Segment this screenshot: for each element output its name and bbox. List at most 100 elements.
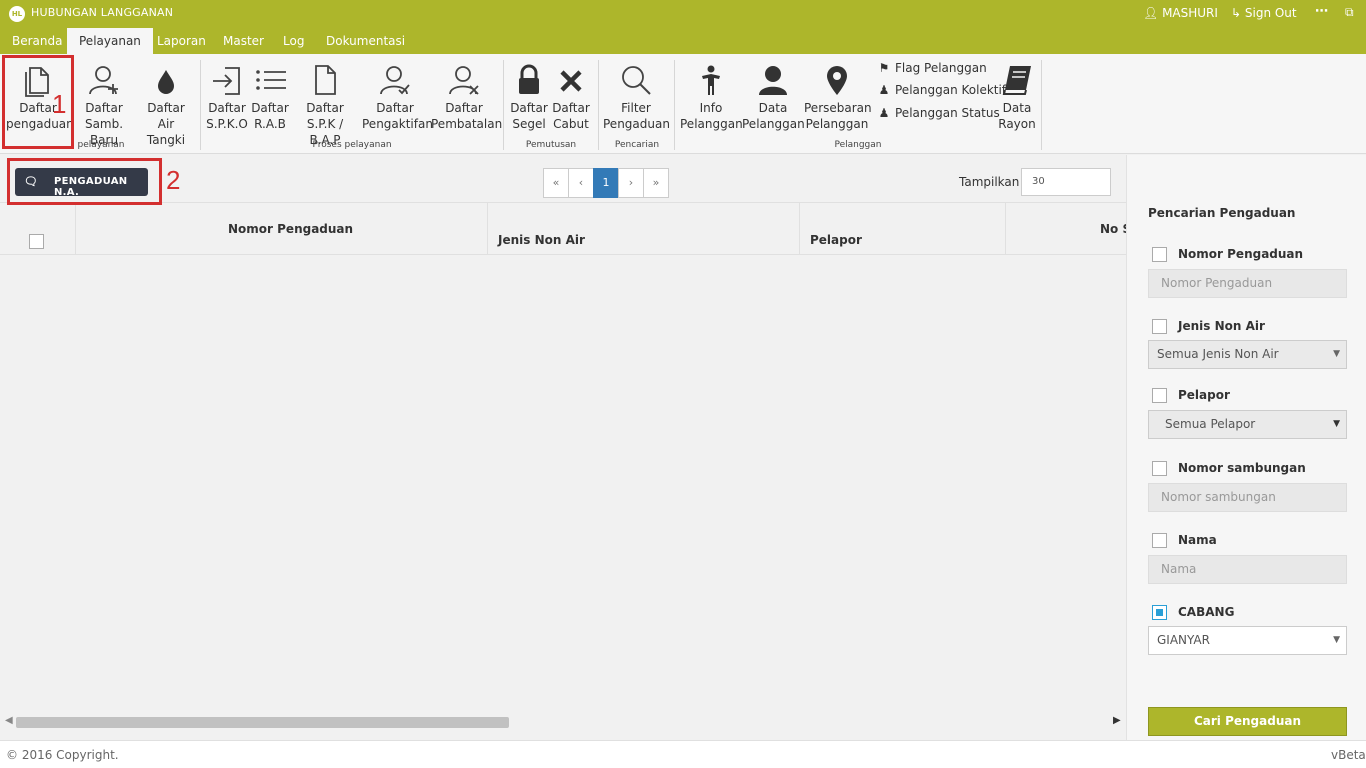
- group-label-pelanggan: Pelanggan: [834, 140, 882, 150]
- daftar-segel-button[interactable]: Daftar Segel: [508, 62, 550, 132]
- daftar-air-tangki-button[interactable]: Daftar Air Tangki: [137, 62, 195, 148]
- tab-pelayanan[interactable]: Pelayanan: [67, 28, 153, 54]
- tab-laporan[interactable]: Laporan: [145, 28, 218, 54]
- scroll-right-icon[interactable]: ▶: [1113, 715, 1121, 726]
- info-pelanggan-button[interactable]: Info Pelanggan: [680, 62, 743, 132]
- user-menu[interactable]: 👤︎ MASHURI: [1143, 6, 1218, 20]
- page-prev-button[interactable]: ‹: [568, 168, 594, 198]
- daftar-pembatalan-button[interactable]: Daftar Pembatalan: [431, 62, 503, 132]
- search-icon: [622, 66, 651, 95]
- cari-pengaduan-button[interactable]: Cari Pengaduan: [1148, 707, 1347, 736]
- page-last-button[interactable]: »: [643, 168, 669, 198]
- daftar-pembatalan-label-2: Pembatalan: [431, 117, 503, 131]
- more-menu-icon[interactable]: ⋯: [1315, 4, 1328, 19]
- pelanggan-kolektif-label: Pelanggan Kolektif: [895, 83, 1007, 97]
- group-label-proses-pelayanan: Proses pelayanan: [312, 140, 392, 150]
- daftar-pengaktifan-label-2: Pengaktifan: [362, 117, 433, 131]
- persebaran-pelanggan-button[interactable]: Persebaran Pelanggan: [804, 62, 872, 132]
- data-rayon-label-1: Data: [1002, 101, 1032, 115]
- lock-icon: [519, 64, 539, 94]
- ribbon-separator: [674, 60, 675, 150]
- ribbon-separator: [598, 60, 599, 150]
- horizontal-scrollbar[interactable]: ◀ ▶: [0, 714, 1126, 730]
- jenis-non-air-checkbox[interactable]: [1152, 319, 1167, 334]
- book-icon: [1002, 66, 1031, 95]
- list-icon: [256, 70, 286, 90]
- nama-checkbox[interactable]: [1152, 533, 1167, 548]
- nomor-pengaduan-label: Nomor Pengaduan: [1178, 247, 1304, 261]
- daftar-cabut-button[interactable]: Daftar Cabut: [550, 62, 592, 132]
- flag-pelanggan-link[interactable]: ⚑ Flag Pelanggan: [877, 61, 987, 75]
- daftar-spko-button[interactable]: Daftar S.P.K.O: [205, 62, 249, 132]
- daftar-segel-label-1: Daftar: [510, 101, 548, 115]
- pelapor-checkbox[interactable]: [1152, 388, 1167, 403]
- daftar-pengaktifan-label-1: Daftar: [376, 101, 414, 115]
- page-1-button[interactable]: 1: [593, 168, 619, 198]
- daftar-spk-bap-button[interactable]: Daftar S.P.K / B.A.P: [292, 62, 358, 148]
- select-all-checkbox[interactable]: [29, 234, 44, 249]
- person-standing-icon: [702, 65, 720, 95]
- app-title: HUBUNGAN LANGGANAN: [31, 6, 174, 19]
- chevron-down-icon: ▼: [1333, 635, 1340, 645]
- daftar-air-tangki-label-1: Daftar: [147, 101, 185, 115]
- nomor-sambungan-checkbox[interactable]: [1152, 461, 1167, 476]
- pelapor-label: Pelapor: [1178, 388, 1230, 402]
- info-pelanggan-label-2: Pelanggan: [680, 117, 743, 131]
- daftar-pengaktifan-button[interactable]: Daftar Pengaktifan: [362, 62, 433, 132]
- pelanggan-kolektif-link[interactable]: ♟ Pelanggan Kolektif: [877, 83, 1006, 97]
- nama-input[interactable]: Nama: [1148, 555, 1347, 584]
- pelapor-select[interactable]: Semua Pelapor ▼: [1148, 410, 1347, 439]
- footer: © 2016 Copyright. vBeta: [0, 740, 1366, 768]
- group-label-pencarian: Pencarian: [614, 140, 660, 150]
- cabang-checkbox[interactable]: [1152, 605, 1167, 620]
- chevron-down-icon: ▼: [1333, 419, 1340, 429]
- data-pelanggan-label-2: Pelanggan: [742, 117, 805, 131]
- column-header-jenis-non-air[interactable]: Jenis Non Air: [498, 233, 585, 247]
- page-size-input[interactable]: 30: [1021, 168, 1111, 196]
- nomor-pengaduan-checkbox[interactable]: [1152, 247, 1167, 262]
- nomor-pengaduan-input[interactable]: Nomor Pengaduan: [1148, 269, 1347, 298]
- scrollbar-thumb[interactable]: [16, 717, 509, 728]
- jenis-non-air-value: Semua Jenis Non Air: [1157, 347, 1279, 361]
- group-label-pemutusan: Pemutusan: [525, 140, 577, 150]
- jenis-non-air-select[interactable]: Semua Jenis Non Air ▼: [1148, 340, 1347, 369]
- page-first-button[interactable]: «: [543, 168, 569, 198]
- map-marker-icon: [827, 66, 847, 95]
- pelanggan-status-link[interactable]: ♟ Pelanggan Status: [877, 106, 1000, 120]
- tab-dokumentasi[interactable]: Dokumentasi: [314, 28, 417, 54]
- app-logo: HL: [9, 6, 25, 22]
- pelapor-value: Semua Pelapor: [1165, 417, 1256, 431]
- filter-pengaduan-button[interactable]: Filter Pengaduan: [603, 62, 670, 132]
- data-pelanggan-label-1: Data: [758, 101, 788, 115]
- annotation-box-2: [7, 158, 162, 205]
- add-user-icon: [89, 66, 118, 95]
- tab-master[interactable]: Master: [211, 28, 276, 54]
- sign-in-icon: [213, 67, 240, 95]
- page-next-button[interactable]: ›: [618, 168, 644, 198]
- flag-pelanggan-label: Flag Pelanggan: [895, 61, 987, 75]
- external-link-icon[interactable]: ⧉: [1345, 5, 1354, 20]
- data-pelanggan-button[interactable]: Data Pelanggan: [742, 62, 805, 132]
- daftar-samb-baru-button[interactable]: Daftar Samb. Baru: [73, 62, 135, 148]
- sign-out-link[interactable]: ↳ Sign Out: [1231, 6, 1297, 20]
- search-title: Pencarian Pengaduan: [1148, 206, 1296, 220]
- cabang-label: CABANG: [1178, 605, 1235, 619]
- daftar-rab-button[interactable]: Daftar R.A.B: [249, 62, 291, 132]
- column-divider: [799, 203, 800, 254]
- daftar-pembatalan-label-1: Daftar: [445, 101, 483, 115]
- column-header-pelapor[interactable]: Pelapor: [810, 233, 862, 247]
- cabang-select[interactable]: GIANYAR ▼: [1148, 626, 1347, 655]
- tab-log[interactable]: Log: [271, 28, 316, 54]
- data-rayon-button[interactable]: Data Rayon: [996, 62, 1038, 132]
- users-icon: ♟: [878, 83, 890, 97]
- daftar-spko-label-2: S.P.K.O: [206, 117, 248, 131]
- daftar-rab-label-1: Daftar: [251, 101, 289, 115]
- nomor-sambungan-input[interactable]: Nomor sambungan: [1148, 483, 1347, 512]
- daftar-spk-bap-label-1: Daftar: [306, 101, 344, 115]
- column-header-no-sambungan[interactable]: No S: [1100, 222, 1126, 236]
- user-cancel-icon: [449, 66, 479, 95]
- tab-beranda[interactable]: Beranda: [0, 28, 74, 54]
- user-check-icon: [380, 66, 410, 95]
- scroll-left-icon[interactable]: ◀: [5, 715, 13, 726]
- column-header-nomor-pengaduan[interactable]: Nomor Pengaduan: [228, 222, 353, 236]
